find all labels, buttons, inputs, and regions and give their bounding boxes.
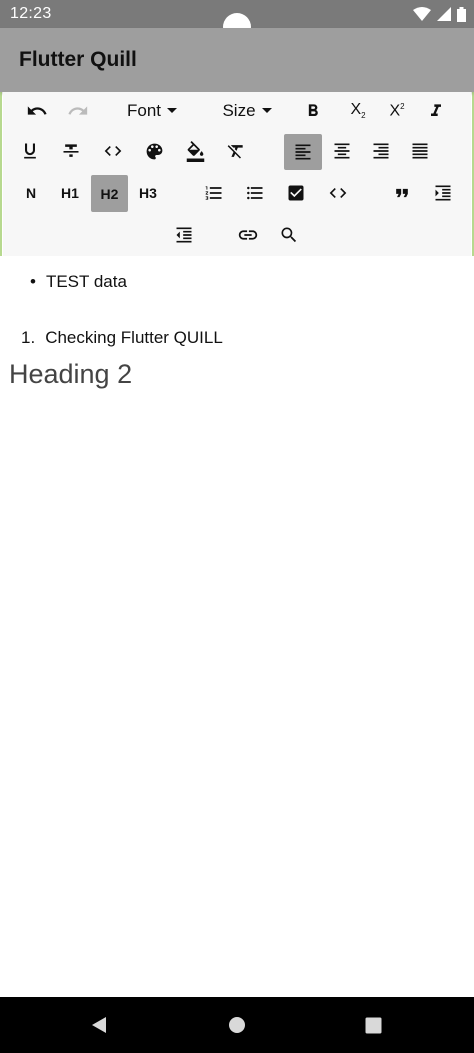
- ordered-list-item[interactable]: 1. Checking Flutter QUILL: [21, 328, 223, 348]
- heading-1-button[interactable]: H1: [54, 176, 86, 210]
- signal-icon: [437, 7, 451, 21]
- search-icon: [281, 227, 297, 243]
- superscript-button[interactable]: X2: [382, 96, 412, 126]
- ordered-marker: 1.: [21, 328, 36, 347]
- system-nav-bar: [0, 997, 474, 1053]
- battery-icon: [457, 6, 466, 22]
- superscript-x: X: [389, 102, 401, 120]
- bullet-list-button[interactable]: [240, 178, 270, 208]
- bold-icon: [308, 104, 318, 116]
- bullet-list-icon: [247, 186, 263, 200]
- heading-normal-label: N: [25, 185, 37, 201]
- checklist-button[interactable]: [281, 178, 311, 208]
- heading-2-text[interactable]: Heading 2: [9, 359, 132, 390]
- indent-decrease-button[interactable]: [169, 220, 199, 250]
- strikethrough-icon: [63, 144, 79, 157]
- code-icon: [104, 146, 122, 156]
- size-dropdown-label: Size: [222, 101, 256, 120]
- redo-button[interactable]: [63, 96, 93, 126]
- text-color-button[interactable]: [139, 136, 169, 166]
- back-button[interactable]: [84, 997, 114, 1053]
- ordered-list-button[interactable]: [199, 178, 229, 208]
- back-triangle-icon: [92, 1017, 106, 1033]
- bullet-list-item[interactable]: • TEST data: [30, 272, 127, 292]
- indent-increase-button[interactable]: [428, 178, 458, 208]
- redo-icon: [68, 106, 88, 115]
- inline-code-button[interactable]: [98, 136, 128, 166]
- size-dropdown[interactable]: Size: [217, 96, 277, 126]
- palette-icon: [146, 143, 162, 159]
- link-icon: [238, 230, 258, 240]
- quote-icon: [396, 188, 408, 198]
- align-justify-button[interactable]: [405, 136, 435, 166]
- checkbox-icon: [288, 185, 304, 201]
- indent-decrease-icon: [176, 227, 192, 243]
- code-icon: [329, 188, 347, 198]
- heading-1-label: H1: [61, 185, 79, 201]
- format-color-fill-icon: [186, 140, 204, 162]
- align-center-icon: [334, 143, 350, 159]
- align-right-icon: [373, 143, 389, 159]
- subscript-mark: 2: [361, 111, 366, 121]
- quill-toolbar: Font Size X2 X2 N H1 H2 H3: [3, 92, 471, 256]
- wifi-icon: [413, 7, 431, 21]
- subscript-button[interactable]: X2: [343, 96, 373, 126]
- home-button[interactable]: [223, 997, 251, 1053]
- font-dropdown-label: Font: [126, 101, 162, 120]
- editor-area[interactable]: • TEST data 1. Checking Flutter QUILL He…: [0, 256, 474, 997]
- heading-3-label: H3: [139, 185, 157, 201]
- heading-2-label: H2: [100, 185, 119, 202]
- indent-increase-icon: [435, 185, 451, 201]
- heading-2-button[interactable]: H2: [91, 175, 128, 212]
- align-center-button[interactable]: [327, 136, 357, 166]
- app-bar: Flutter Quill: [0, 28, 474, 92]
- app-title: Flutter Quill: [19, 48, 137, 71]
- link-button[interactable]: [233, 220, 263, 250]
- font-dropdown[interactable]: Font: [119, 96, 185, 126]
- format-clear-icon: [227, 145, 243, 159]
- chevron-down-icon: [167, 108, 178, 113]
- superscript-mark: 2: [400, 101, 405, 111]
- recents-button[interactable]: [359, 997, 387, 1053]
- subscript-x: X: [350, 101, 362, 119]
- search-button[interactable]: [274, 220, 304, 250]
- underline-button[interactable]: [15, 136, 45, 166]
- recents-square-icon: [365, 1017, 381, 1033]
- superscript-icon: X2: [389, 102, 404, 120]
- undo-icon: [27, 106, 47, 115]
- heading-normal-button[interactable]: N: [16, 176, 46, 210]
- code-block-button[interactable]: [323, 178, 353, 208]
- status-icons: [413, 6, 466, 22]
- background-color-button[interactable]: [180, 136, 210, 166]
- bullet-marker: •: [30, 272, 36, 291]
- bold-button[interactable]: [298, 96, 328, 126]
- home-circle-icon: [229, 1017, 245, 1033]
- quote-button[interactable]: [387, 178, 417, 208]
- status-time: 12:23: [10, 5, 52, 22]
- align-left-button[interactable]: [284, 134, 322, 170]
- chevron-down-icon: [261, 108, 272, 113]
- clear-format-button[interactable]: [221, 136, 251, 166]
- bullet-item-text: TEST data: [45, 272, 127, 291]
- numbered-list-icon: [205, 186, 222, 200]
- undo-button[interactable]: [22, 96, 52, 126]
- underline-icon: [24, 143, 36, 159]
- italic-icon: [431, 104, 441, 116]
- italic-button[interactable]: [421, 96, 451, 126]
- subscript-icon: X2: [350, 101, 365, 120]
- align-right-button[interactable]: [366, 136, 396, 166]
- align-left-icon: [295, 144, 311, 160]
- strikethrough-button[interactable]: [56, 136, 86, 166]
- heading-3-button[interactable]: H3: [132, 176, 164, 210]
- align-justify-icon: [412, 143, 428, 159]
- ordered-item-text: Checking Flutter QUILL: [45, 328, 223, 347]
